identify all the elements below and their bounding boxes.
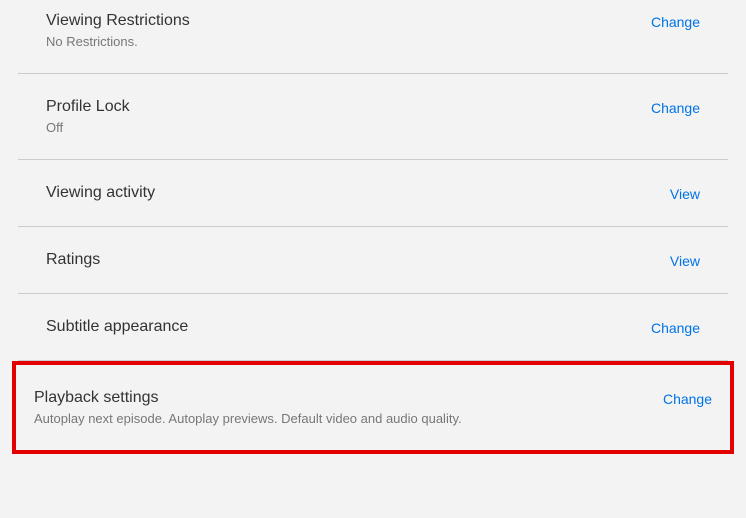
setting-left: Subtitle appearance: [46, 318, 651, 336]
setting-left: Viewing Restrictions No Restrictions.: [46, 12, 651, 49]
setting-subtitle: No Restrictions.: [46, 34, 651, 49]
setting-left: Viewing activity: [46, 184, 670, 202]
setting-title: Viewing activity: [46, 184, 670, 202]
setting-viewing-restrictions: Viewing Restrictions No Restrictions. Ch…: [18, 0, 728, 74]
change-link[interactable]: Change: [663, 391, 712, 407]
setting-title: Playback settings: [34, 389, 663, 407]
change-link[interactable]: Change: [651, 100, 700, 116]
view-link[interactable]: View: [670, 186, 700, 202]
setting-left: Playback settings Autoplay next episode.…: [34, 389, 663, 426]
setting-subtitle: Off: [46, 120, 651, 135]
setting-subtitle: Autoplay next episode. Autoplay previews…: [34, 411, 663, 426]
setting-ratings: Ratings View: [18, 227, 728, 294]
setting-subtitle-appearance: Subtitle appearance Change: [18, 294, 728, 361]
change-link[interactable]: Change: [651, 14, 700, 30]
setting-title: Viewing Restrictions: [46, 12, 651, 30]
setting-title: Subtitle appearance: [46, 318, 651, 336]
view-link[interactable]: View: [670, 253, 700, 269]
change-link[interactable]: Change: [651, 320, 700, 336]
setting-playback-settings: Playback settings Autoplay next episode.…: [16, 365, 730, 450]
setting-profile-lock: Profile Lock Off Change: [18, 74, 728, 160]
setting-left: Profile Lock Off: [46, 98, 651, 135]
setting-title: Ratings: [46, 251, 670, 269]
setting-left: Ratings: [46, 251, 670, 269]
setting-viewing-activity: Viewing activity View: [18, 160, 728, 227]
highlight-playback-settings: Playback settings Autoplay next episode.…: [12, 361, 734, 454]
setting-title: Profile Lock: [46, 98, 651, 116]
